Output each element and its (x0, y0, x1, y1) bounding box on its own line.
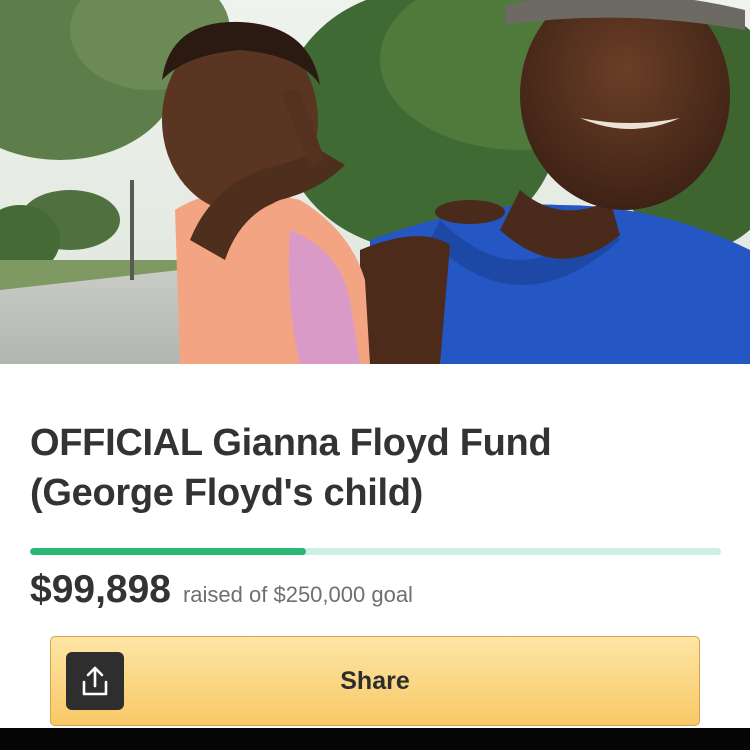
share-button-label: Share (340, 666, 410, 695)
campaign-title-line-1: OFFICIAL Gianna Floyd Fund (30, 422, 552, 464)
bottom-edge-bar (0, 728, 750, 750)
amount-raised: $99,898 (30, 568, 171, 611)
campaign-title-line-2: (George Floyd's child) (30, 472, 424, 514)
fundraising-progress-bar (30, 548, 721, 555)
progress-bar-fill (30, 548, 307, 555)
campaign-title: OFFICIAL Gianna Floyd Fund (George Floyd… (30, 418, 720, 518)
share-button[interactable]: Share (50, 636, 700, 726)
campaign-photo (0, 0, 750, 364)
goal-caption: raised of $250,000 goal (182, 582, 413, 607)
amount-raised-row: $99,898 raised of $250,000 goal (30, 568, 413, 612)
campaign-photo-illustration (0, 0, 750, 364)
